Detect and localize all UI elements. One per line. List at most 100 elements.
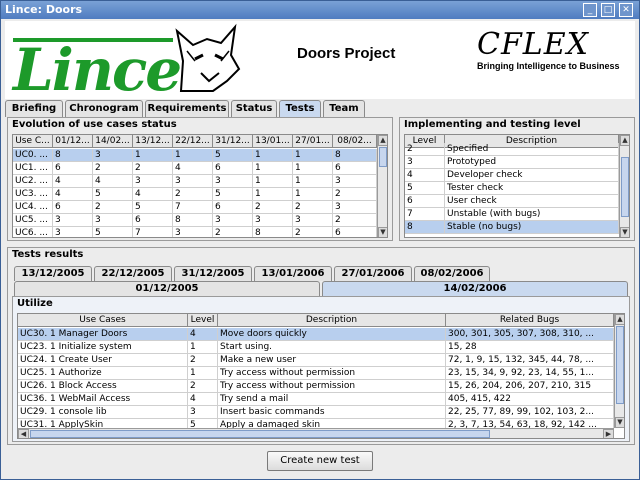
tab-requirements[interactable]: Requirements bbox=[145, 100, 229, 117]
column-header[interactable]: Description bbox=[218, 314, 446, 327]
table-cell: 2 bbox=[333, 188, 377, 200]
table-row[interactable]: 3 Prototyped bbox=[405, 156, 619, 169]
table-row[interactable]: UC25. 1 Authorize 1 Try access without per… bbox=[18, 367, 614, 380]
date-tab[interactable]: 01/12/2005 bbox=[14, 281, 320, 296]
tab-tests[interactable]: Tests bbox=[279, 100, 321, 117]
table-cell: 6 bbox=[213, 201, 253, 213]
tests-scrollbar[interactable]: ▲ ▼ bbox=[614, 314, 624, 428]
table-row[interactable]: 5 Tester check bbox=[405, 182, 619, 195]
table-cell: Make a new user bbox=[218, 354, 446, 366]
minimize-icon[interactable]: _ bbox=[583, 3, 597, 17]
scroll-right-icon[interactable]: ▶ bbox=[603, 429, 614, 438]
column-header[interactable]: 14/02... bbox=[93, 135, 133, 148]
table-cell: Try access without permission bbox=[218, 367, 446, 379]
table-row[interactable]: 7 Unstable (with bugs) bbox=[405, 208, 619, 221]
table-row[interactable]: UC6. ... 3 5 7 3 2 8 2 6 bbox=[13, 227, 377, 237]
table-row[interactable]: UC1. ... 6 2 2 4 6 1 1 6 bbox=[13, 162, 377, 175]
table-cell: UC5. ... bbox=[13, 214, 53, 226]
scroll-down-icon[interactable]: ▼ bbox=[378, 227, 387, 237]
table-row[interactable]: 8 Stable (no bugs) bbox=[405, 221, 619, 234]
table-cell: 2 bbox=[173, 188, 213, 200]
column-header[interactable]: Related Bugs bbox=[446, 314, 614, 327]
maximize-icon[interactable]: □ bbox=[601, 3, 615, 17]
table-cell: 1 bbox=[293, 162, 333, 174]
title-bar[interactable]: Lince: Doors _ □ ✕ bbox=[1, 1, 639, 19]
table-row[interactable]: UC29. 1 console lib 3 Insert basic command… bbox=[18, 406, 614, 419]
table-row[interactable]: UC30. 1 Manager Doors 4 Move doors quickly… bbox=[18, 328, 614, 341]
table-row[interactable]: UC3. ... 4 5 4 2 5 1 1 2 bbox=[13, 188, 377, 201]
table-cell: Tester check bbox=[445, 182, 619, 194]
table-row[interactable]: UC36. 1 WebMail Access 4 Try send a mail 40… bbox=[18, 393, 614, 406]
column-header[interactable]: Use Cases bbox=[18, 314, 188, 327]
levels-panel: Implementing and testing level Level Des… bbox=[399, 117, 635, 241]
date-tab[interactable]: 22/12/2005 bbox=[94, 266, 172, 281]
table-row[interactable]: UC5. ... 3 3 6 8 3 3 3 2 bbox=[13, 214, 377, 227]
column-header[interactable]: 13/01... bbox=[253, 135, 293, 148]
column-header[interactable]: 22/12... bbox=[173, 135, 213, 148]
table-cell: 2 bbox=[133, 162, 173, 174]
scroll-down-icon[interactable]: ▼ bbox=[615, 417, 624, 428]
tests-results-title: Tests results bbox=[12, 249, 84, 260]
table-cell: 2 bbox=[253, 201, 293, 213]
table-cell: 3 bbox=[188, 406, 218, 418]
evolution-scrollbar[interactable]: ▲ ▼ bbox=[377, 135, 387, 237]
scroll-thumb[interactable] bbox=[30, 430, 490, 438]
tab-status[interactable]: Status bbox=[231, 100, 277, 117]
table-cell: 4 bbox=[405, 169, 445, 181]
utilize-panel: Utilize Use Cases Level Description Rela… bbox=[12, 296, 630, 442]
table-row[interactable]: 6 User check bbox=[405, 195, 619, 208]
date-tab[interactable]: 27/01/2006 bbox=[334, 266, 412, 281]
scroll-thumb[interactable] bbox=[379, 147, 387, 167]
table-cell: 3 bbox=[173, 227, 213, 237]
column-header[interactable]: 27/01... bbox=[293, 135, 333, 148]
scroll-thumb[interactable] bbox=[621, 157, 629, 217]
scroll-thumb[interactable] bbox=[616, 326, 624, 404]
date-tab-active[interactable]: 14/02/2006 bbox=[322, 281, 628, 296]
table-cell: 2 bbox=[293, 201, 333, 213]
table-cell: 5 bbox=[93, 227, 133, 237]
date-tab[interactable]: 13/01/2006 bbox=[254, 266, 332, 281]
column-header[interactable]: 08/02... bbox=[333, 135, 377, 148]
table-cell: 3 bbox=[253, 214, 293, 226]
table-cell: Unstable (with bugs) bbox=[445, 208, 619, 220]
table-row[interactable]: UC2. ... 4 4 3 3 3 1 1 3 bbox=[13, 175, 377, 188]
tests-hscrollbar[interactable]: ◀ ▶ bbox=[18, 428, 614, 438]
table-row[interactable]: 2 Specified bbox=[405, 143, 619, 156]
table-row[interactable]: UC26. 1 Block Access 2 Try access without … bbox=[18, 380, 614, 393]
tab-chronogram[interactable]: Chronogram bbox=[65, 100, 143, 117]
table-row[interactable]: UC4. ... 6 2 5 7 6 2 2 3 bbox=[13, 201, 377, 214]
table-cell: 1 bbox=[293, 188, 333, 200]
window-title: Lince: Doors bbox=[5, 3, 83, 16]
column-header[interactable]: 01/12... bbox=[53, 135, 93, 148]
table-row[interactable]: UC0. ... 8 3 1 1 5 1 1 8 bbox=[13, 149, 377, 162]
table-cell: Start using. bbox=[218, 341, 446, 353]
levels-scrollbar[interactable]: ▲ ▼ bbox=[619, 135, 629, 237]
table-cell: 8 bbox=[53, 149, 93, 161]
column-header[interactable]: Level bbox=[188, 314, 218, 327]
table-cell: UC0. ... bbox=[13, 149, 53, 161]
table-cell: 1 bbox=[188, 341, 218, 353]
table-row[interactable]: 4 Developer check bbox=[405, 169, 619, 182]
date-tab[interactable]: 13/12/2005 bbox=[14, 266, 92, 281]
create-new-test-button[interactable]: Create new test bbox=[267, 451, 373, 471]
column-header[interactable]: Use C... bbox=[13, 135, 53, 148]
close-icon[interactable]: ✕ bbox=[619, 3, 633, 17]
table-cell: 7 bbox=[133, 227, 173, 237]
table-cell: 72, 1, 9, 15, 132, 345, 44, 78, ... bbox=[446, 354, 614, 366]
column-header[interactable]: 31/12... bbox=[213, 135, 253, 148]
tab-briefing[interactable]: Briefing bbox=[5, 100, 63, 117]
tab-team[interactable]: Team bbox=[323, 100, 365, 117]
table-cell: 8 bbox=[333, 149, 377, 161]
scroll-up-icon[interactable]: ▲ bbox=[378, 135, 387, 146]
date-tab[interactable]: 08/02/2006 bbox=[414, 266, 490, 281]
table-row[interactable]: UC24. 1 Create User 2 Make a new user 72, 1… bbox=[18, 354, 614, 367]
scroll-left-icon[interactable]: ◀ bbox=[18, 429, 29, 438]
table-cell: UC4. ... bbox=[13, 201, 53, 213]
table-cell: UC30. 1 Manager Doors bbox=[18, 328, 188, 340]
table-row[interactable]: UC23. 1 Initialize system 1 Start using. 15… bbox=[18, 341, 614, 354]
scroll-down-icon[interactable]: ▼ bbox=[620, 227, 629, 237]
date-tab[interactable]: 31/12/2005 bbox=[174, 266, 252, 281]
column-header[interactable]: 13/12... bbox=[133, 135, 173, 148]
scroll-up-icon[interactable]: ▲ bbox=[615, 314, 624, 325]
scroll-up-icon[interactable]: ▲ bbox=[620, 135, 629, 146]
